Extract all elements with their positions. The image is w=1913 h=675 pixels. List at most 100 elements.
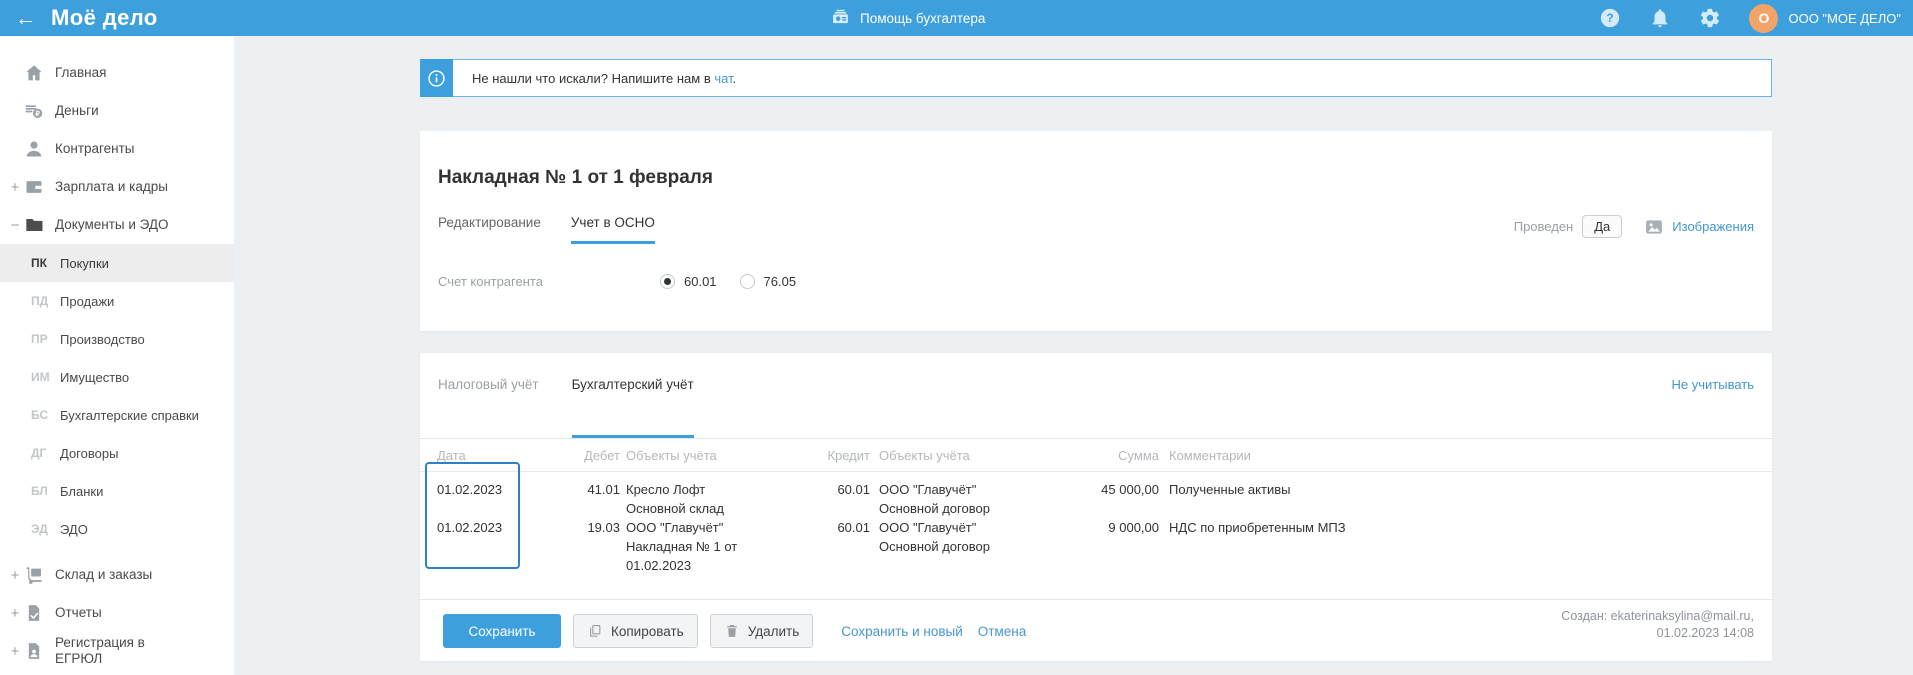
sidebar-item-reports[interactable]: + Отчеты — [0, 594, 234, 632]
radio-unselected-icon[interactable] — [739, 274, 755, 289]
cell-debit: 19.03 — [587, 520, 620, 535]
sidebar: Главная ₽ Деньги Контрагенты + Зарплата … — [0, 36, 234, 675]
table-row[interactable]: 01.02.2023 41.01 Кресло Лофт Основной ск… — [420, 480, 1772, 518]
notifications-bell-icon[interactable] — [1649, 7, 1671, 29]
svg-text:?: ? — [1607, 11, 1614, 25]
col-header-debit: Дебет — [584, 447, 620, 463]
document-card: Накладная № 1 от 1 февраля Редактировани… — [420, 131, 1772, 331]
sidebar-subitem-production[interactable]: ПР Производство — [0, 320, 234, 358]
document-tabs-row: Редактирование Учет в ОСНО Проведен Да И… — [438, 215, 1754, 244]
table-row[interactable]: 01.02.2023 19.03 ООО "Главучёт" Накладна… — [420, 518, 1772, 575]
app-shell: Главная ₽ Деньги Контрагенты + Зарплата … — [0, 36, 1913, 675]
radio-selected-icon[interactable] — [660, 274, 675, 289]
document-meta: Проведен Да Изображения — [1514, 215, 1754, 238]
sidebar-subitem-sales[interactable]: ПД Продажи — [0, 282, 234, 320]
col-header-date: Дата — [437, 447, 466, 463]
page-title: Накладная № 1 от 1 февраля — [438, 167, 713, 188]
expand-plus-icon[interactable]: + — [8, 605, 22, 622]
posted-value-badge[interactable]: Да — [1582, 215, 1623, 238]
expand-plus-icon[interactable]: + — [8, 567, 22, 584]
company-name[interactable]: ООО "МОЕ ДЕЛО" — [1788, 11, 1901, 26]
cell-credit: 60.01 — [837, 520, 870, 535]
help-icon[interactable]: ? — [1599, 7, 1621, 29]
col-header-credit-objects: Объекты учёта — [879, 447, 970, 463]
cell-date[interactable]: 01.02.2023 — [437, 480, 553, 499]
created-info: Создан: ekaterinaksylina@mail.ru, 01.02.… — [1561, 609, 1754, 640]
info-icon — [420, 59, 453, 97]
account-radio-7605[interactable]: 76.05 — [739, 274, 796, 289]
sidebar-subitem-purchases[interactable]: ПК Покупки — [0, 244, 234, 282]
sidebar-subitem-edo[interactable]: ЭД ЭДО — [0, 510, 234, 548]
svg-text:₽: ₽ — [35, 110, 40, 118]
copy-button[interactable]: Копировать — [573, 614, 698, 648]
info-banner: Не нашли что искали? Напишите нам в чат. — [420, 59, 1772, 97]
sidebar-item-money[interactable]: ₽ Деньги — [0, 92, 234, 130]
sidebar-subitem-forms[interactable]: БЛ Бланки — [0, 472, 234, 510]
save-and-new-link[interactable]: Сохранить и новый — [841, 624, 963, 639]
cell-debit-objects: ООО "Главучёт" Накладная № 1 от 01.02.20… — [626, 520, 738, 573]
chat-link[interactable]: чат — [714, 71, 732, 86]
tab-editing[interactable]: Редактирование — [438, 215, 541, 244]
cell-amount: 9 000,00 — [1108, 520, 1159, 535]
cell-debit: 41.01 — [587, 482, 620, 497]
expand-plus-icon[interactable]: + — [8, 179, 22, 196]
back-arrow-icon[interactable]: ← — [15, 8, 36, 29]
app-logo[interactable]: Моё дело — [51, 5, 158, 31]
sidebar-item-contractors[interactable]: Контрагенты — [0, 130, 234, 168]
header-right: ? O ООО "МОЕ ДЕЛО" — [1599, 3, 1913, 33]
folder-icon — [24, 215, 44, 235]
report-document-icon — [24, 603, 44, 623]
delete-button[interactable]: Удалить — [709, 614, 814, 648]
col-header-comment: Комментарии — [1169, 447, 1251, 463]
money-icon: ₽ — [24, 101, 44, 121]
col-header-amount: Сумма — [1118, 447, 1159, 463]
images-icon — [1644, 217, 1664, 237]
sidebar-item-warehouse[interactable]: + Склад и заказы — [0, 556, 234, 594]
sidebar-item-documents[interactable]: − Документы и ЭДО — [0, 206, 234, 244]
person-icon — [24, 139, 44, 159]
table-body: 01.02.2023 41.01 Кресло Лофт Основной ск… — [420, 472, 1772, 600]
account-radio-6001[interactable]: 60.01 — [660, 274, 717, 289]
sidebar-item-payroll[interactable]: + Зарплата и кадры — [0, 168, 234, 206]
accountant-help-link[interactable]: Помощь бухгалтера — [830, 0, 985, 36]
user-avatar[interactable]: O — [1749, 3, 1779, 33]
home-icon — [24, 63, 44, 83]
cell-comment: Полученные активы — [1169, 482, 1291, 497]
sidebar-subitem-contracts[interactable]: ДГ Договоры — [0, 434, 234, 472]
save-button[interactable]: Сохранить — [443, 614, 561, 648]
ignore-link[interactable]: Не учитывать — [1672, 377, 1755, 392]
accountant-help-label: Помощь бухгалтера — [860, 10, 986, 26]
images-link[interactable]: Изображения — [1672, 219, 1754, 234]
registration-document-icon — [24, 641, 44, 661]
settings-gear-icon[interactable] — [1699, 7, 1721, 29]
tab-book-accounting[interactable]: Бухгалтерский учёт — [571, 353, 694, 438]
cell-debit-objects: Кресло Лофт Основной склад — [626, 482, 724, 516]
sidebar-subitem-property[interactable]: ИМ Имущество — [0, 358, 234, 396]
cell-credit-objects: ООО "Главучёт" Основной договор — [879, 482, 990, 516]
copy-icon — [590, 624, 601, 637]
cell-comment: НДС по приобретенным МПЗ — [1169, 520, 1346, 535]
expand-plus-icon[interactable]: + — [8, 643, 22, 660]
hand-truck-icon — [24, 565, 44, 585]
header-left: ← Моё дело — [0, 5, 245, 31]
cell-date[interactable]: 01.02.2023 — [437, 518, 553, 537]
accounting-tabs: Налоговый учёт Бухгалтерский учёт Не учи… — [420, 353, 1772, 439]
banner-text: Не нашли что искали? Напишите нам в чат. — [472, 70, 737, 86]
contractor-account-row: Счет контрагента 60.01 76.05 — [438, 274, 1754, 289]
trash-icon — [726, 625, 737, 637]
sidebar-item-registration[interactable]: + Регистрация в ЕГРЮЛ — [0, 632, 234, 670]
collapse-minus-icon[interactable]: − — [8, 217, 22, 234]
cell-credit-objects: ООО "Главучёт" Основной договор — [879, 520, 990, 554]
tab-osno-accounting[interactable]: Учет в ОСНО — [570, 215, 655, 244]
tab-tax-accounting[interactable]: Налоговый учёт — [438, 353, 539, 438]
table-header-row: Дата Дебет Объекты учёта Кредит Объекты … — [420, 439, 1772, 472]
accounting-card: Налоговый учёт Бухгалтерский учёт Не учи… — [420, 353, 1772, 661]
sidebar-item-home[interactable]: Главная — [0, 54, 234, 92]
posted-label: Проведен — [1513, 219, 1574, 234]
col-header-credit: Кредит — [827, 447, 870, 463]
sidebar-subitem-accounting-certificates[interactable]: БС Бухгалтерские справки — [0, 396, 234, 434]
contractor-account-label: Счет контрагента — [438, 274, 543, 289]
actions-bar: Сохранить Копировать Удалить Сохранить и… — [420, 600, 1772, 648]
cancel-link[interactable]: Отмена — [978, 624, 1026, 639]
cash-register-icon — [830, 6, 851, 30]
